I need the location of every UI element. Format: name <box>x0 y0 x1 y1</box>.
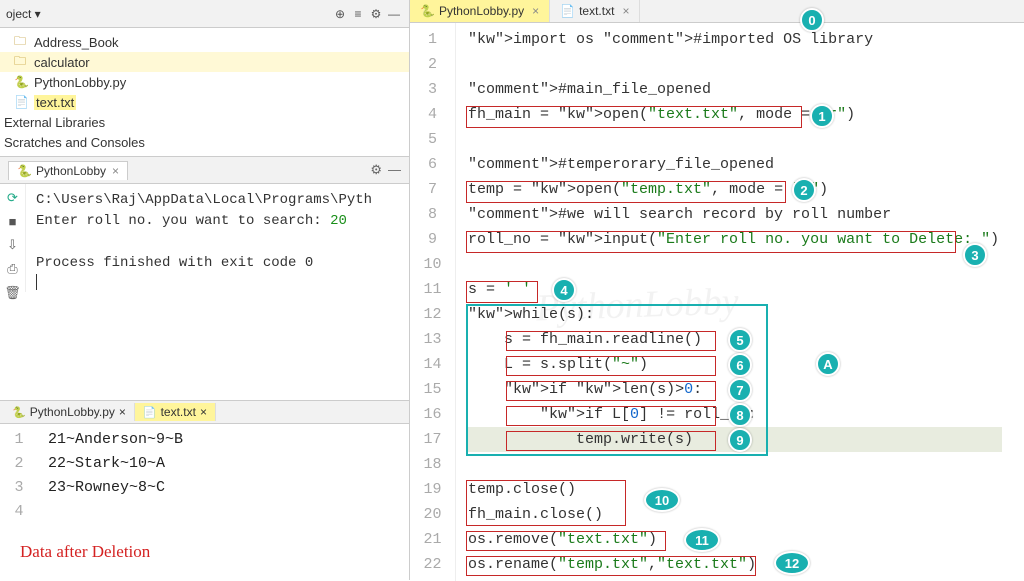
close-icon[interactable]: × <box>622 4 629 18</box>
annotation-bubble-1: 1 <box>810 104 834 128</box>
collapse-icon[interactable]: — <box>388 162 401 178</box>
code-line: "comment">#we will search record by roll… <box>468 202 1002 227</box>
code-line <box>468 452 1002 477</box>
annotation-bubble-8: 8 <box>728 403 752 427</box>
close-icon[interactable]: × <box>200 405 207 419</box>
folder-icon: 🗀 <box>14 32 30 53</box>
code-line: temp.close() <box>468 477 1002 502</box>
line-gutter: 12345678910111213141516171819202122 <box>410 23 456 581</box>
annotation-bubble-A: A <box>816 352 840 376</box>
tree-extlib[interactable]: External Libraries <box>0 112 409 132</box>
split-icon[interactable]: ≡ <box>349 7 367 21</box>
code-line: s = ' ' <box>468 277 1002 302</box>
editor-tabs: 🐍 PythonLobby.py × 📄 text.txt × <box>410 0 1024 23</box>
tab-text[interactable]: 📄 text.txt × <box>550 0 640 22</box>
code-line <box>468 127 1002 152</box>
python-file-icon: 🐍 <box>420 4 435 18</box>
gear-icon[interactable]: ⚙ <box>367 7 385 21</box>
folder-icon: 🗀 <box>14 52 30 73</box>
code-line: fh_main = "kw">open("text.txt", mode = "… <box>468 102 1002 127</box>
python-file-icon: 🐍 <box>12 406 26 419</box>
run-side-toolbar: ⟳ ■ ⇩ ⎙ 🗑 <box>0 184 26 292</box>
stop-icon[interactable]: ■ <box>9 214 17 229</box>
tab-pythonlobby[interactable]: 🐍 PythonLobby.py × <box>410 0 550 22</box>
tree-label: External Libraries <box>4 115 105 130</box>
text-file-view[interactable]: 1234 21~Anderson~9~B 22~Stark~10~A 23~Ro… <box>0 424 409 524</box>
run-tab-label: PythonLobby <box>36 164 106 178</box>
tree-label: Address_Book <box>34 35 119 50</box>
close-icon[interactable]: × <box>532 4 539 18</box>
close-icon[interactable]: × <box>112 164 119 178</box>
annotation-bubble-7: 7 <box>728 378 752 402</box>
data-caption: Data after Deletion <box>0 524 409 580</box>
code-line: "kw">while(s): <box>468 302 1002 327</box>
tree-folder-calculator[interactable]: 🗀 calculator <box>0 52 409 72</box>
annotation-bubble-2: 2 <box>792 178 816 202</box>
text-file-icon: 📄 <box>143 406 157 419</box>
tab-text[interactable]: 📄 text.txt × <box>135 403 216 421</box>
run-tab[interactable]: 🐍 PythonLobby × <box>8 161 128 180</box>
annotation-bubble-0: 0 <box>800 8 824 32</box>
line-gutter: 1234 <box>0 424 38 524</box>
console-line: Process finished with exit code 0 <box>36 255 313 271</box>
annotation-bubble-9: 9 <box>728 428 752 452</box>
tree-file-text[interactable]: 📄 text.txt <box>0 92 409 112</box>
code-line: "kw">import os "comment">#imported OS li… <box>468 27 1002 52</box>
annotation-bubble-10: 10 <box>644 488 680 512</box>
tree-folder-addressbook[interactable]: 🗀 Address_Book <box>0 32 409 52</box>
console-output[interactable]: C:\Users\Raj\AppData\Local\Programs\Pyth… <box>26 184 409 292</box>
target-icon[interactable]: ⊕ <box>331 7 349 21</box>
caret-icon <box>36 274 37 290</box>
code-line <box>468 252 1002 277</box>
tab-label: PythonLobby.py <box>439 4 524 18</box>
annotation-bubble-12: 12 <box>774 551 810 575</box>
project-toolbar: oject ▾ ⊕ ≡ ⚙ — <box>0 0 409 28</box>
tree-label: text.txt <box>34 95 76 110</box>
code-line: os.remove("text.txt") <box>468 527 1002 552</box>
python-file-icon: 🐍 <box>14 75 30 89</box>
code-line: temp = "kw">open("temp.txt", mode = "w") <box>468 177 1002 202</box>
code-line: "comment">#main_file_opened <box>468 77 1002 102</box>
text-line: 21~Anderson~9~B <box>48 428 183 452</box>
code-line: "comment">#temperorary_file_opened <box>468 152 1002 177</box>
text-line: 23~Rowney~8~C <box>48 476 183 500</box>
bottom-editor-tabs: 🐍 PythonLobby.py × 📄 text.txt × <box>0 400 409 424</box>
code-line <box>468 52 1002 77</box>
annotation-bubble-6: 6 <box>728 353 752 377</box>
annotation-bubble-11: 11 <box>684 528 720 552</box>
tab-label: PythonLobby.py <box>30 405 115 419</box>
tree-file-pythonlobby[interactable]: 🐍 PythonLobby.py <box>0 72 409 92</box>
console-line: C:\Users\Raj\AppData\Local\Programs\Pyth <box>36 192 372 208</box>
text-file-icon: 📄 <box>560 4 575 18</box>
down-icon[interactable]: ⇩ <box>7 237 18 253</box>
project-label[interactable]: oject ▾ <box>6 7 331 21</box>
collapse-icon[interactable]: — <box>385 7 403 21</box>
tree-scratches[interactable]: Scratches and Consoles <box>0 132 409 152</box>
tree-label: Scratches and Consoles <box>4 135 145 150</box>
text-line: 22~Stark~10~A <box>48 452 183 476</box>
code-editor[interactable]: 12345678910111213141516171819202122 Pyth… <box>410 23 1024 581</box>
gear-icon[interactable]: ⚙ <box>370 162 382 178</box>
print-icon[interactable]: ⎙ <box>7 261 17 277</box>
code-line: fh_main.close() <box>468 502 1002 527</box>
console-line: Enter roll no. you want to search: <box>36 213 330 229</box>
tree-label: PythonLobby.py <box>34 75 126 90</box>
tab-label: text.txt <box>161 405 196 419</box>
text-file-icon: 📄 <box>14 95 30 109</box>
tree-label: calculator <box>34 55 90 70</box>
tab-pythonlobby[interactable]: 🐍 PythonLobby.py × <box>4 403 135 421</box>
annotation-bubble-5: 5 <box>728 328 752 352</box>
close-icon[interactable]: × <box>119 405 126 419</box>
code-line: roll_no = "kw">input("Enter roll no. you… <box>468 227 1002 252</box>
annotation-bubble-3: 3 <box>963 243 987 267</box>
annotation-bubble-4: 4 <box>552 278 576 302</box>
rerun-icon[interactable]: ⟳ <box>7 190 18 206</box>
python-icon: 🐍 <box>17 164 32 178</box>
code-line: os.rename("temp.txt","text.txt") <box>468 552 1002 577</box>
console-input-value: 20 <box>330 213 347 229</box>
project-tree[interactable]: 🗀 Address_Book 🗀 calculator 🐍 PythonLobby.p… <box>0 28 409 156</box>
tab-label: text.txt <box>579 4 614 18</box>
run-toolbar: 🐍 PythonLobby × ⚙ — <box>0 156 409 184</box>
